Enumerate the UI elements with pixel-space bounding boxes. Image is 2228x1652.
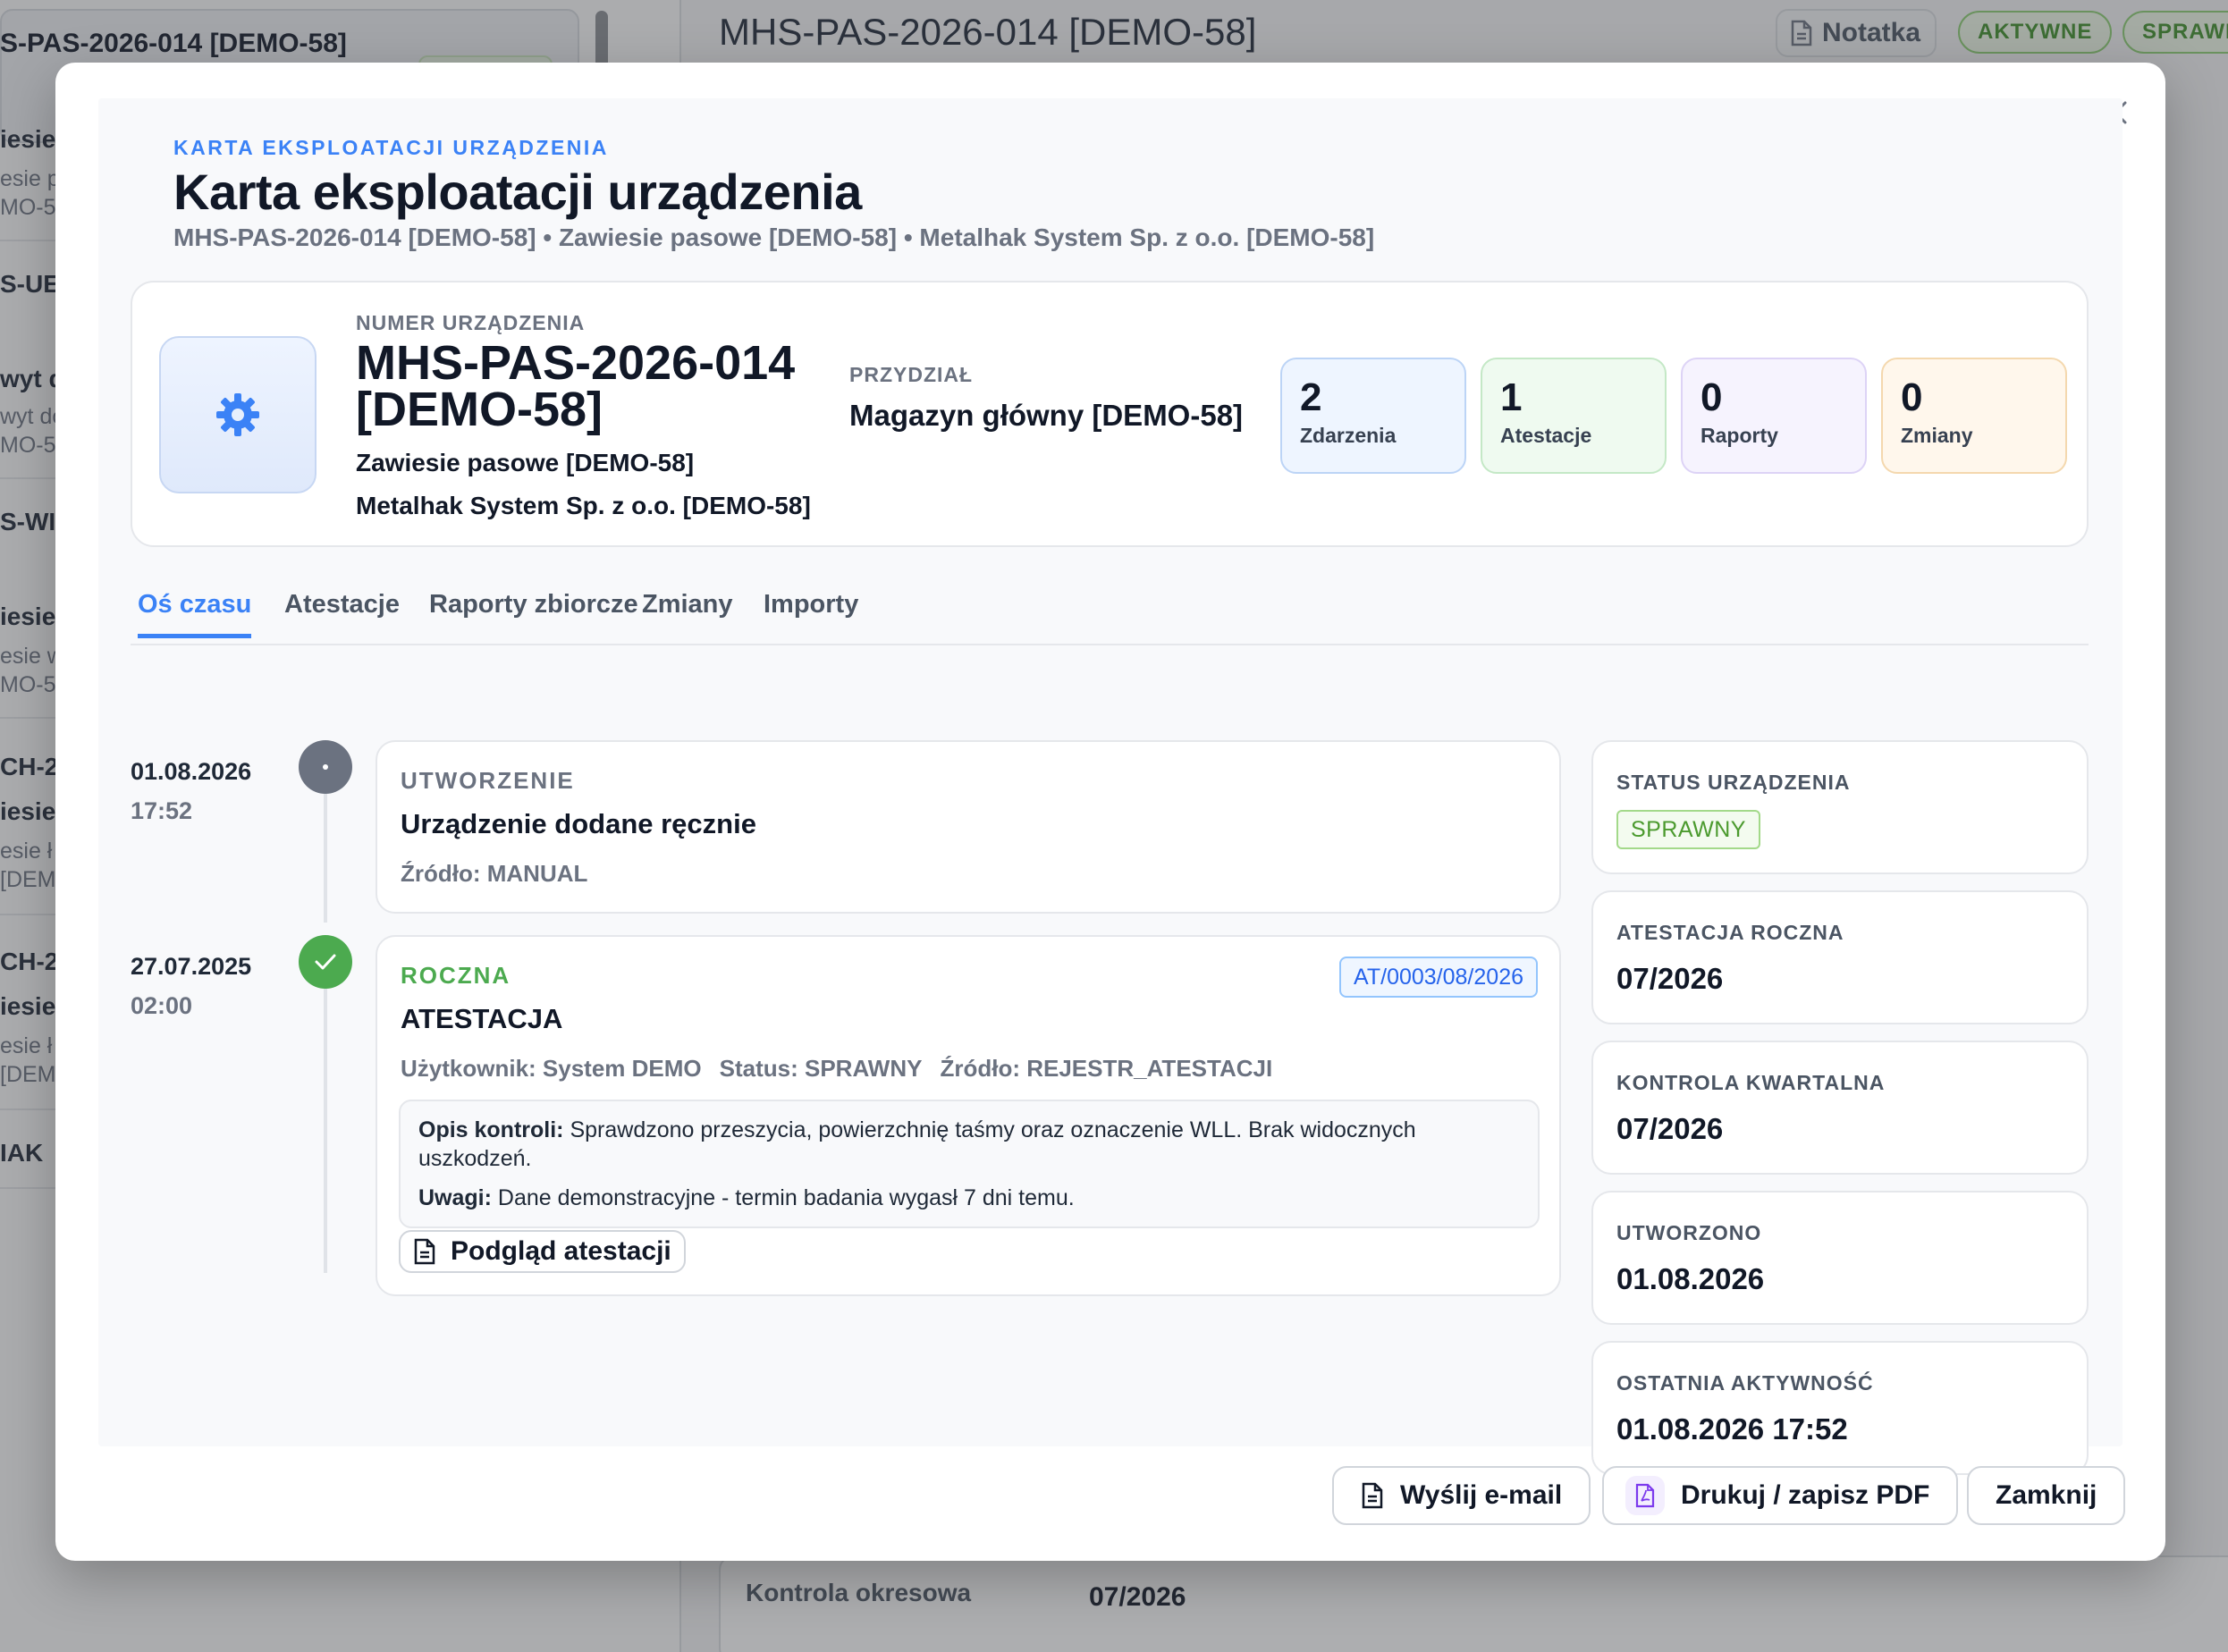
timeline-connector [324,783,327,923]
info-value: 07/2026 [1616,962,1724,995]
stat-value: 1 [1500,375,1523,419]
remarks: Uwagi: Dane demonstracyjne - termin bada… [418,1184,1520,1212]
device-card-modal: KARTA EKSPLOATACJI URZĄDZENIA Karta eksp… [55,63,2165,1561]
pdf-icon [1625,1476,1665,1515]
stat-reports: 0 Raporty [1681,358,1867,474]
device-company: Metalhak System Sp. z o.o. [DEMO-58] [356,492,811,519]
attestation-reference-badge: AT/0003/08/2026 [1339,957,1538,998]
timeline-connector [324,978,327,1273]
modal-content: KARTA EKSPLOATACJI URZĄDZENIA Karta eksp… [98,98,2123,1475]
inspection-description: Opis kontroli: Sprawdzono przeszycia, po… [418,1116,1520,1173]
stat-value: 2 [1300,375,1322,419]
modal-title: Karta eksploatacji urządzenia [173,164,862,220]
inspection-description-label: Opis kontroli: [418,1117,564,1142]
info-annual-attestation: ATESTACJA ROCZNA 07/2026 [1591,890,2089,1024]
modal-eyebrow: KARTA EKSPLOATACJI URZĄDZENIA [173,136,609,159]
timeline-date: 27.07.2025 [131,953,252,980]
gear-icon [159,336,316,493]
send-email-button[interactable]: Wyślij e-mail [1332,1466,1591,1525]
info-device-status: STATUS URZĄDZENIA SPRAWNY [1591,740,2089,874]
preview-attestation-button[interactable]: Podgląd atestacji [399,1230,686,1273]
preview-attestation-label: Podgląd atestacji [451,1236,671,1266]
stat-events: 2 Zdarzenia [1280,358,1466,474]
stat-label: Raporty [1701,424,1778,447]
event-source: Źródło: MANUAL [401,860,588,887]
status-badge: SPRAWNY [1616,810,1760,849]
assignment-label: PRZYDZIAŁ [849,363,974,386]
print-pdf-label: Drukuj / zapisz PDF [1681,1480,1930,1510]
event-type: UTWORZENIE [401,767,575,794]
stat-label: Atestacje [1500,424,1592,447]
event-user: Użytkownik: System DEMO [401,1055,702,1082]
event-source: Źródło: REJESTR_ATESTACJI [940,1055,1273,1082]
close-button[interactable]: Zamknij [1967,1466,2126,1525]
info-label: UTWORZONO [1616,1221,1762,1244]
info-last-activity: OSTATNIA AKTYWNOŚĆ 01.08.2026 17:52 [1591,1341,2089,1475]
remarks-text: Dane demonstracyjne - termin badania wyg… [497,1185,1075,1210]
stat-changes: 0 Zmiany [1881,358,2067,474]
stat-value: 0 [1701,375,1723,419]
device-type: Zawiesie pasowe [DEMO-58] [356,449,695,476]
tab-attestations[interactable]: Atestacje [284,590,400,634]
document-icon [1362,1482,1383,1509]
tab-timeline[interactable]: Oś czasu [138,590,252,638]
event-type: ROCZNA [401,962,511,989]
remarks-label: Uwagi: [418,1185,492,1210]
info-quarterly-control: KONTROLA KWARTALNA 07/2026 [1591,1041,2089,1175]
event-notes: Opis kontroli: Sprawdzono przeszycia, po… [399,1100,1540,1228]
assignment-value: Magazyn główny [DEMO-58] [849,399,1244,432]
send-email-label: Wyślij e-mail [1400,1480,1563,1510]
tab-imports[interactable]: Importy [764,590,858,634]
document-icon [414,1238,435,1265]
stat-label: Zmiany [1901,424,1973,447]
print-pdf-button[interactable]: Drukuj / zapisz PDF [1602,1466,1959,1525]
timeline-event-created: UTWORZENIE Urządzenie dodane ręcznie Źró… [376,740,1561,914]
info-label: OSTATNIA AKTYWNOŚĆ [1616,1371,1874,1395]
event-meta: Źródło: MANUAL [401,860,587,888]
event-meta: Użytkownik: System DEMO Status: SPRAWNY Źr… [401,1055,1272,1083]
info-value: 01.08.2026 17:52 [1616,1412,1848,1446]
timeline-date: 01.08.2026 [131,758,252,785]
device-number: MHS-PAS-2026-014 [DEMO-58] [356,336,796,436]
modal-subtitle: MHS-PAS-2026-014 [DEMO-58] • Zawiesie pa… [173,223,1375,251]
stat-attestations: 1 Atestacje [1481,358,1667,474]
info-label: KONTROLA KWARTALNA [1616,1071,1886,1094]
check-icon [299,935,352,989]
info-created: UTWORZONO 01.08.2026 [1591,1191,2089,1325]
timeline-event-attestation: ROCZNA AT/0003/08/2026 ATESTACJA Użytkow… [376,935,1561,1296]
event-title: ATESTACJA [401,1003,563,1034]
timeline-time: 02:00 [131,992,193,1019]
device-number-label: NUMER URZĄDZENIA [356,311,586,334]
info-value: 01.08.2026 [1616,1262,1765,1295]
inspection-description-text: Sprawdzono przeszycia, powierzchnię taśm… [418,1117,1416,1171]
dot-icon [299,740,352,794]
device-summary-card: NUMER URZĄDZENIA MHS-PAS-2026-014 [DEMO-… [131,281,2089,547]
timeline-time: 17:52 [131,797,193,824]
info-label: ATESTACJA ROCZNA [1616,921,1844,944]
info-value: 07/2026 [1616,1112,1724,1145]
tab-summary-reports[interactable]: Raporty zbiorcze [429,590,638,634]
stat-value: 0 [1901,375,1923,419]
event-status: Status: SPRAWNY [719,1055,923,1082]
stat-label: Zdarzenia [1300,424,1397,447]
tab-changes[interactable]: Zmiany [642,590,733,634]
close-button-label: Zamknij [1996,1480,2097,1510]
tab-bar: Oś czasu Atestacje Raporty zbiorcze Zmia… [131,590,2089,645]
info-label: STATUS URZĄDZENIA [1616,771,1851,794]
event-title: Urządzenie dodane ręcznie [401,808,756,839]
